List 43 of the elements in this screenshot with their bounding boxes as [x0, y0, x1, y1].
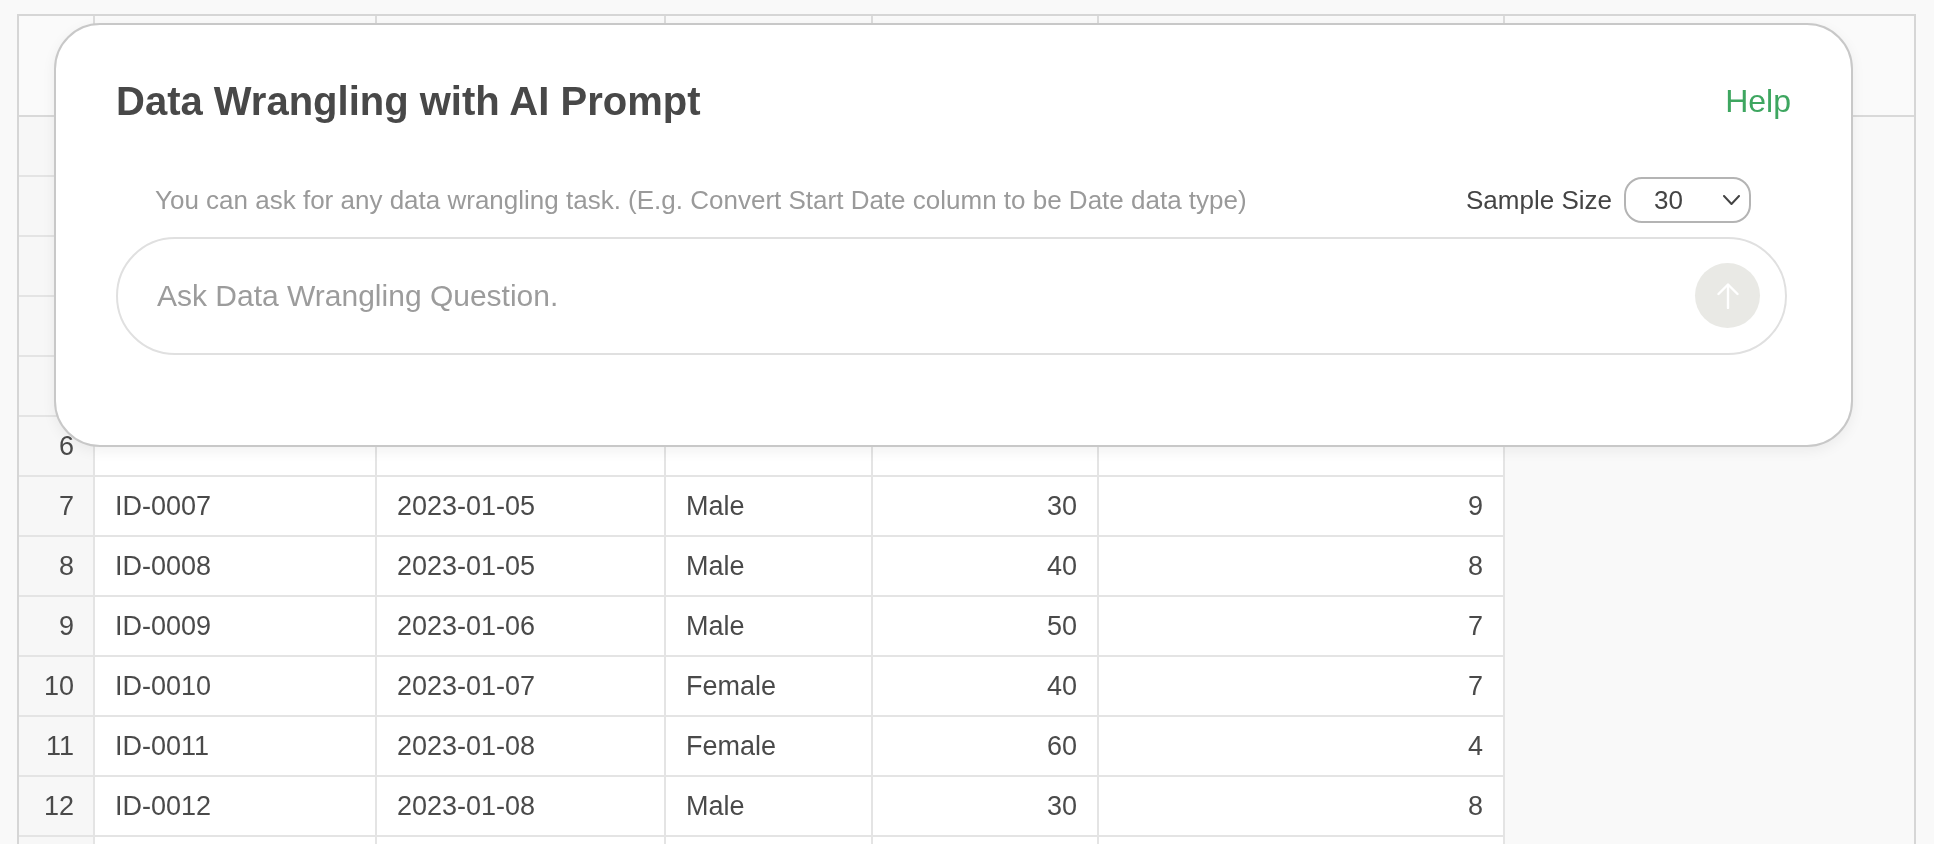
table-cell: 40 [873, 657, 1099, 717]
row-number: 10 [19, 657, 95, 717]
row-number: 7 [19, 477, 95, 537]
row-number: 9 [19, 597, 95, 657]
dialog-title: Data Wrangling with AI Prompt [116, 78, 701, 125]
table-cell: 7 [1099, 657, 1505, 717]
table-cell: 8 [1099, 537, 1505, 597]
question-input[interactable]: Ask Data Wrangling Question. [116, 237, 1787, 355]
hint-text: You can ask for any data wrangling task. (E.g. Convert Start Date column to be Date data type) [155, 184, 1247, 216]
table-cell: ID-0007 [95, 477, 377, 537]
table-cell: Male [666, 777, 873, 837]
table-cell: ID-0011 [95, 717, 377, 777]
chevron-down-icon [1723, 195, 1740, 205]
table-cell: 2023-01-05 [377, 477, 666, 537]
table-cell: 60 [873, 717, 1099, 777]
arrow-up-icon [1716, 282, 1739, 309]
table-cell: Female [666, 657, 873, 717]
table-cell: 50 [873, 597, 1099, 657]
table-cell: 40 [873, 537, 1099, 597]
table-cell: 30 [873, 777, 1099, 837]
table-cell: ID-0010 [95, 657, 377, 717]
table-cell: 2023-01-08 [377, 717, 666, 777]
table-cell: Male [666, 537, 873, 597]
table-cell: Male [666, 477, 873, 537]
sample-size-select[interactable]: 30 [1624, 177, 1751, 223]
row-number: 12 [19, 777, 95, 837]
table-cell: 7 [1099, 597, 1505, 657]
table-cell: Male [666, 597, 873, 657]
row-number: 11 [19, 717, 95, 777]
table-cell: 2023-01-06 [377, 597, 666, 657]
table-cell: ID-0009 [95, 597, 377, 657]
table-cell: 2023-01-05 [377, 537, 666, 597]
row-number: 8 [19, 537, 95, 597]
table-cell: 2023-01-07 [377, 657, 666, 717]
table-cell: 8 [1099, 777, 1505, 837]
table-cell: ID-0012 [95, 777, 377, 837]
table-cell: 9 [1099, 477, 1505, 537]
table-cell: 2023-01-08 [377, 777, 666, 837]
table-cell: ID-0008 [95, 537, 377, 597]
table-cell: Female [666, 717, 873, 777]
table-cell: 30 [873, 477, 1099, 537]
sample-size-label: Sample Size [1466, 184, 1612, 216]
table-cell: 4 [1099, 717, 1505, 777]
